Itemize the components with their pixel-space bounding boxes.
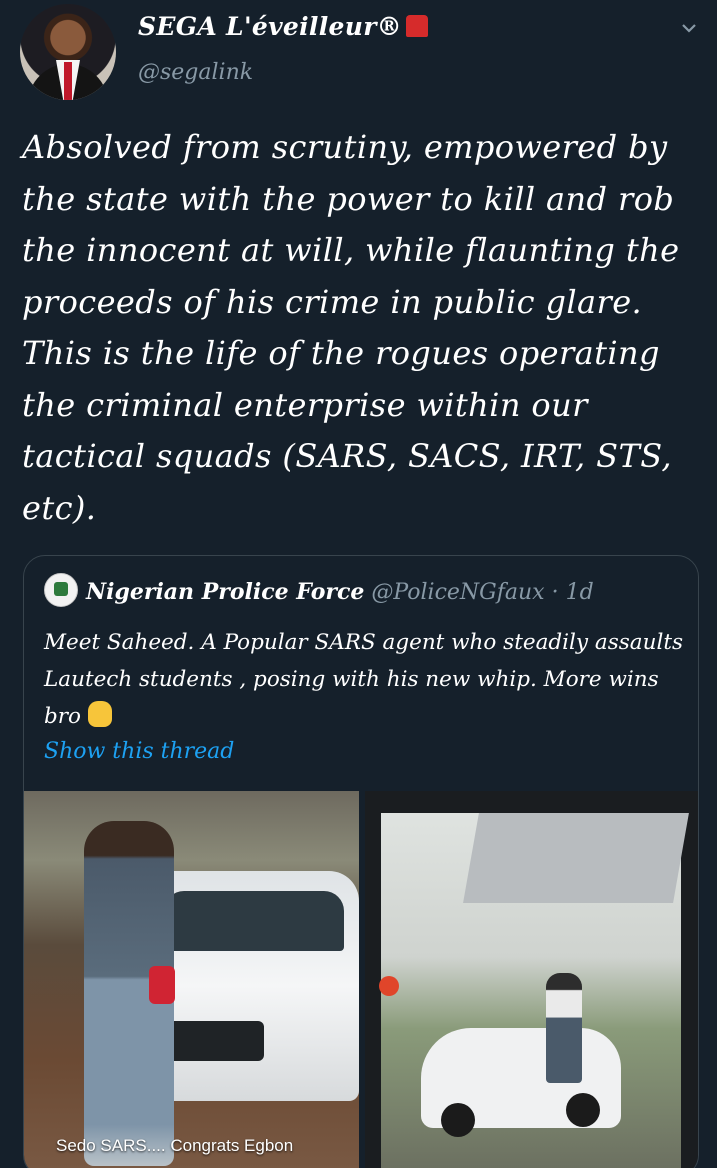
- quoted-time: · 1d: [551, 580, 594, 605]
- quoted-text: Meet Saheed. A Popular SARS agent who st…: [44, 630, 683, 729]
- avatar-tie: [64, 62, 72, 100]
- quoted-tweet-card[interactable]: Nigerian Prolice Force @PoliceNGfaux · 1…: [23, 555, 699, 1168]
- photo-person-right: [546, 973, 582, 1083]
- quoted-photo-right[interactable]: [365, 791, 698, 1168]
- author-display-name[interactable]: SEGA L'éveilleur®: [138, 12, 402, 41]
- quoted-photo-left[interactable]: Sedo SARS.... Congrats Egbon: [24, 791, 359, 1168]
- photo-red-bag: [149, 966, 175, 1004]
- siren-icon: [405, 14, 428, 37]
- tweet-text: Absolved from scrutiny, empowered by the…: [22, 128, 680, 527]
- photo-car-wheel: [566, 1093, 600, 1127]
- photo-canopy: [463, 813, 689, 903]
- car-grille: [164, 1021, 264, 1061]
- author-name-row[interactable]: SEGA L'éveilleur®: [138, 12, 428, 41]
- chevron-down-icon[interactable]: [681, 20, 697, 36]
- show-thread-link[interactable]: Show this thread: [44, 739, 234, 764]
- media-indicator-icon: [379, 976, 399, 996]
- author-avatar[interactable]: [20, 4, 116, 100]
- quoted-text-block: Meet Saheed. A Popular SARS agent who st…: [44, 624, 684, 735]
- car-windshield: [164, 891, 344, 951]
- quoted-header: Nigerian Prolice Force @PoliceNGfaux · 1…: [44, 573, 594, 610]
- quoted-avatar[interactable]: [44, 573, 78, 607]
- photo-car-wheel: [441, 1103, 475, 1137]
- photo-caption: Sedo SARS.... Congrats Egbon: [56, 1136, 294, 1155]
- quoted-display-name[interactable]: Nigerian Prolice Force: [86, 579, 364, 605]
- quoted-handle[interactable]: @PoliceNGfaux: [371, 580, 544, 605]
- ok-hand-icon: [87, 701, 112, 727]
- author-handle[interactable]: @segalink: [138, 60, 253, 85]
- photo-right-scene: [381, 813, 689, 1168]
